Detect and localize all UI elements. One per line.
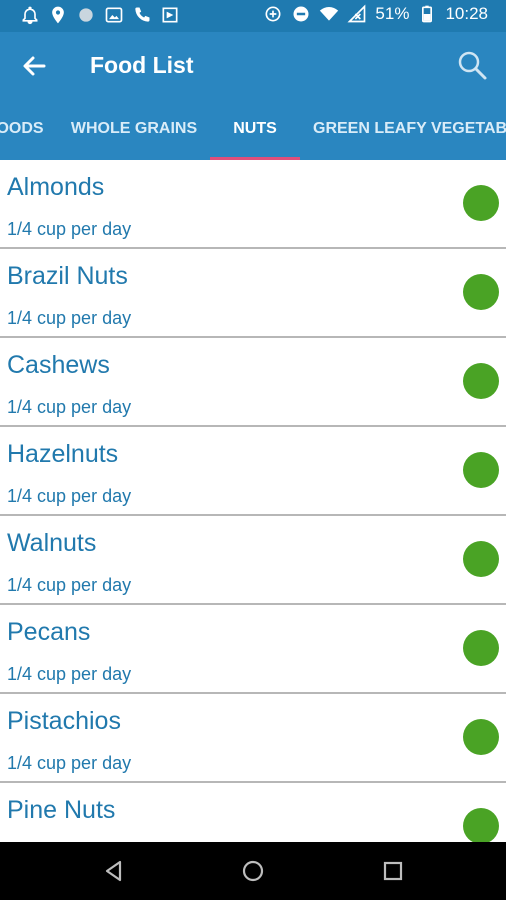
circle-app-icon (79, 8, 93, 22)
tab-whole-grains[interactable]: WHOLE GRAINS (64, 98, 204, 160)
wifi-icon (320, 7, 339, 21)
tab-nuts[interactable]: NUTS (210, 98, 300, 160)
list-item[interactable]: Brazil Nuts 1/4 cup per day (0, 249, 506, 338)
serving-size: 1/4 cup per day (7, 486, 132, 506)
food-list: Almonds 1/4 cup per day Brazil Nuts 1/4 … (0, 160, 506, 842)
food-name: Brazil Nuts (7, 262, 128, 290)
list-item[interactable]: Almonds 1/4 cup per day (0, 160, 506, 249)
tab-green-leafy-vegetables[interactable]: GREEN LEAFY VEGETABLES (313, 98, 506, 160)
navigation-bar (0, 842, 506, 900)
app-bar: Food List (0, 32, 506, 98)
list-item[interactable]: Walnuts 1/4 cup per day (0, 516, 506, 605)
do-not-disturb-icon (293, 6, 309, 22)
serving-size: 1/4 cup per day (7, 219, 132, 239)
list-item[interactable]: Pine Nuts (0, 783, 506, 842)
status-dot (463, 185, 499, 221)
battery-icon (422, 5, 433, 23)
status-dot (463, 719, 499, 755)
tab-label: OODS (0, 120, 44, 137)
search-icon[interactable] (456, 49, 488, 81)
status-dot (463, 541, 499, 577)
no-signal-icon (347, 4, 366, 23)
food-name: Pistachios (7, 707, 121, 735)
phone-icon (135, 7, 150, 22)
send-app-icon (162, 7, 178, 23)
nav-back-icon[interactable] (100, 857, 128, 885)
bell-icon (22, 6, 38, 25)
status-dot (463, 808, 499, 842)
status-dot (463, 630, 499, 666)
food-name: Hazelnuts (7, 440, 119, 468)
serving-size: 1/4 cup per day (7, 397, 132, 417)
image-icon (105, 7, 123, 23)
list-item[interactable]: Pecans 1/4 cup per day (0, 605, 506, 694)
food-name: Walnuts (7, 529, 97, 557)
back-arrow-icon[interactable] (18, 50, 50, 82)
serving-size: 1/4 cup per day (7, 664, 132, 684)
serving-size: 1/4 cup per day (7, 753, 132, 773)
nav-home-icon[interactable] (239, 857, 267, 885)
data-saver-icon (265, 6, 281, 22)
status-dot (463, 363, 499, 399)
status-system-icons: 51% 10:28 (263, 4, 488, 24)
tab-label: NUTS (233, 120, 277, 137)
tab-label: GREEN LEAFY VEGETABLES (313, 120, 506, 137)
status-bar: 51% 10:28 (0, 0, 506, 32)
tab-label: WHOLE GRAINS (70, 120, 198, 137)
category-tabs: OODS WHOLE GRAINS NUTS GREEN LEAFY VEGET… (0, 98, 506, 160)
status-dot (463, 452, 499, 488)
food-name: Cashews (7, 351, 110, 379)
food-name: Almonds (7, 173, 105, 201)
list-item[interactable]: Cashews 1/4 cup per day (0, 338, 506, 427)
food-name: Pine Nuts (7, 796, 116, 824)
tab-foods[interactable]: OODS (0, 98, 52, 160)
status-dot (463, 274, 499, 310)
list-item[interactable]: Hazelnuts 1/4 cup per day (0, 427, 506, 516)
serving-size: 1/4 cup per day (7, 575, 132, 595)
nav-recents-icon[interactable] (379, 857, 407, 885)
food-name: Pecans (7, 618, 91, 646)
status-notification-icons (20, 5, 180, 25)
serving-size: 1/4 cup per day (7, 308, 132, 328)
page-title: Food List (90, 52, 194, 78)
battery-percentage: 51% (375, 4, 410, 23)
location-pin-icon (52, 6, 64, 24)
status-time: 10:28 (445, 4, 488, 23)
list-item[interactable]: Pistachios 1/4 cup per day (0, 694, 506, 783)
